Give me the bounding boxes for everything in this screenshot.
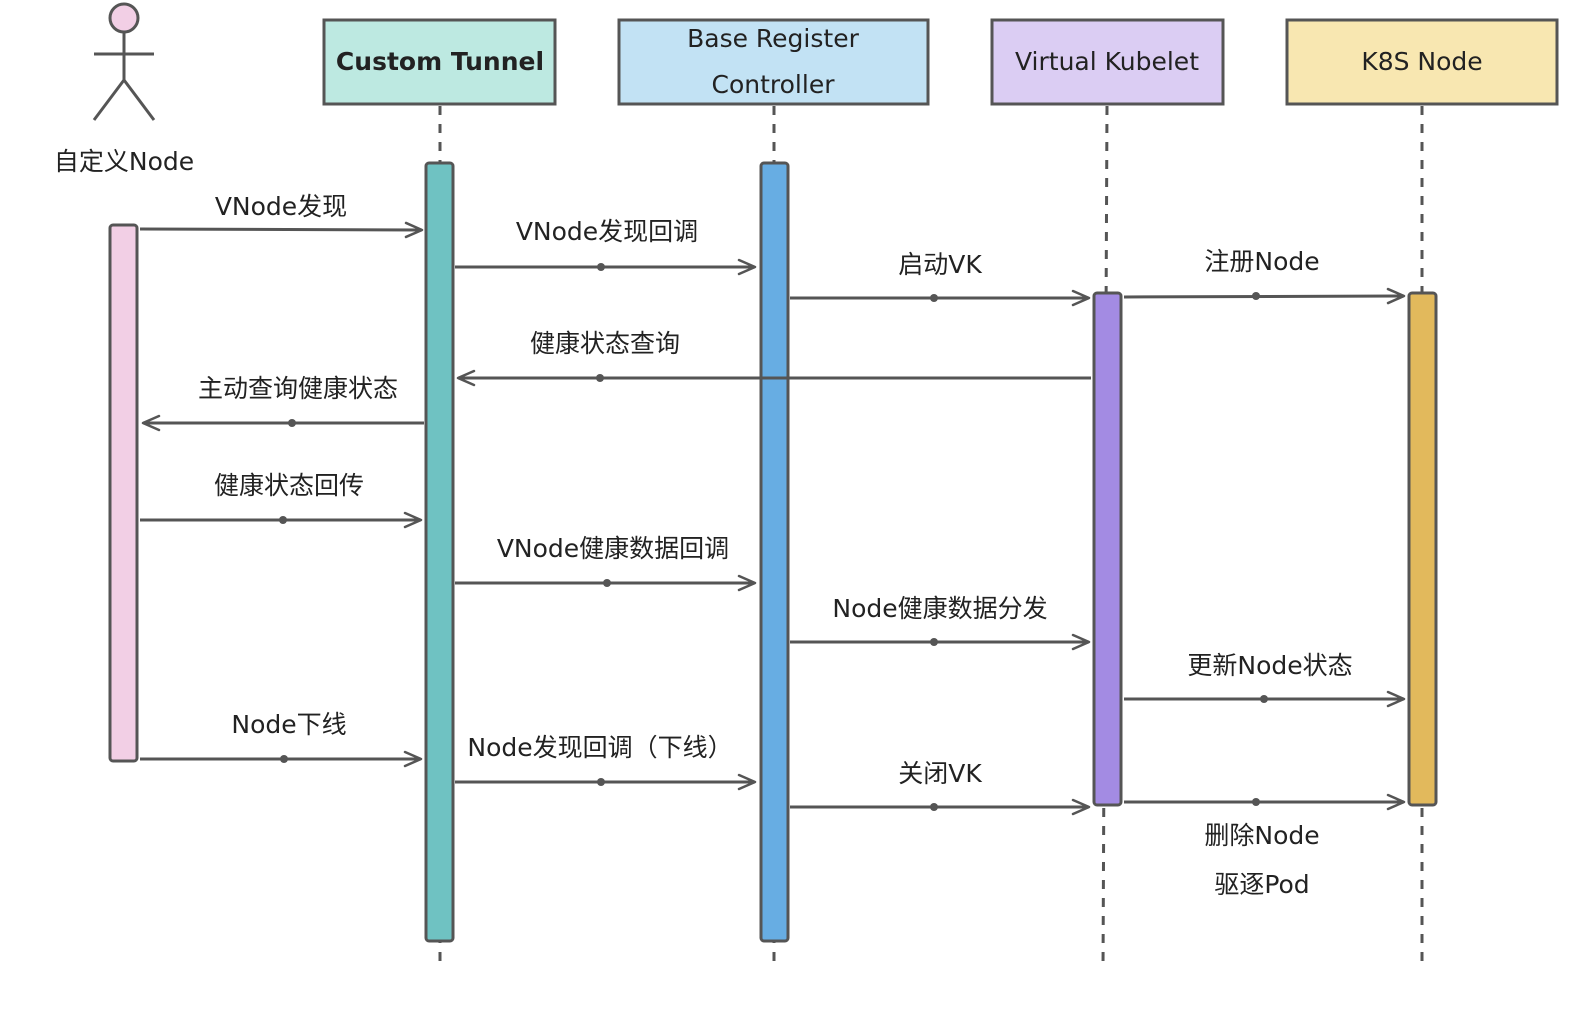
message-label: 主动查询健康状态	[198, 374, 398, 403]
message-delete-node-evict-pod: 删除Node 驱逐Pod	[1124, 793, 1406, 899]
actor-head	[108, 2, 140, 34]
message-label: 健康状态回传	[214, 471, 364, 500]
stick-figure-icon	[92, 2, 156, 121]
message-label: 健康状态查询	[530, 329, 680, 358]
message-midpoint-dot	[279, 516, 287, 524]
message-midpoint-dot	[930, 638, 938, 646]
message-health-report: 健康状态回传	[140, 471, 423, 529]
message-vnode-discover: VNode发现	[139, 192, 424, 239]
message-active-health-query: 主动查询健康状态	[141, 374, 424, 432]
actor-label: 自定义Node	[54, 147, 194, 176]
activation-bar-custom-tunnel	[424, 161, 455, 943]
message-vnode-health-callback: VNode健康数据回调	[455, 534, 757, 592]
actor-custom-node: 自定义Node	[54, 2, 194, 176]
message-midpoint-dot	[597, 263, 605, 271]
message-label: VNode健康数据回调	[497, 534, 729, 563]
message-close-vk: 关闭VK	[790, 759, 1091, 816]
activation-bar-custom-node	[108, 223, 139, 763]
activation-bar-base-register-controller	[759, 161, 790, 943]
message-node-offline-callback: Node发现回调（下线）	[455, 733, 757, 791]
message-midpoint-dot	[930, 803, 938, 811]
sequence-diagram: 自定义Node Custom Tunnel Base Register Cont…	[54, 2, 1559, 971]
participant-label: Virtual Kubelet	[1015, 47, 1199, 76]
message-node-health-dispatch: Node健康数据分发	[790, 594, 1091, 651]
participant-virtual-kubelet: Virtual Kubelet	[990, 18, 1225, 106]
message-midpoint-dot	[1252, 798, 1260, 806]
activation-bar-k8s-node	[1407, 291, 1438, 807]
message-register-node: 注册Node	[1123, 247, 1406, 305]
message-midpoint-dot	[596, 374, 604, 382]
message-label: Node下线	[231, 710, 346, 739]
message-node-offline: Node下线	[140, 710, 423, 768]
message-label: 更新Node状态	[1187, 651, 1352, 680]
participant-label: Custom Tunnel	[336, 47, 544, 76]
message-label: VNode发现回调	[516, 217, 698, 246]
message-label: 注册Node	[1204, 247, 1319, 276]
activation-bar-virtual-kubelet	[1092, 291, 1123, 807]
message-update-node-status: 更新Node状态	[1124, 651, 1406, 708]
message-midpoint-dot	[930, 294, 938, 302]
participant-label: Controller	[712, 70, 836, 99]
message-label: 删除Node	[1204, 821, 1319, 850]
message-label: VNode发现	[215, 192, 347, 221]
message-label: 启动VK	[898, 250, 982, 279]
participant-label: Base Register	[687, 24, 859, 53]
message-start-vk: 启动VK	[790, 250, 1091, 307]
message-vnode-discover-callback: VNode发现回调	[455, 217, 757, 276]
message-midpoint-dot	[288, 419, 296, 427]
message-arrow	[139, 221, 424, 239]
message-midpoint-dot	[280, 755, 288, 763]
message-midpoint-dot	[597, 778, 605, 786]
participant-label: K8S Node	[1361, 47, 1482, 76]
participant-k8s-node: K8S Node	[1285, 18, 1559, 106]
participant-custom-tunnel: Custom Tunnel	[322, 18, 557, 106]
message-label: 驱逐Pod	[1214, 870, 1309, 899]
participant-base-register-controller: Base Register Controller	[617, 18, 930, 106]
message-midpoint-dot	[1260, 695, 1268, 703]
message-label: 关闭VK	[898, 759, 982, 788]
message-arrow	[1123, 287, 1406, 305]
message-midpoint-dot	[1252, 292, 1260, 300]
message-label: Node发现回调（下线）	[467, 733, 732, 762]
message-label: Node健康数据分发	[832, 594, 1047, 623]
message-midpoint-dot	[603, 579, 611, 587]
